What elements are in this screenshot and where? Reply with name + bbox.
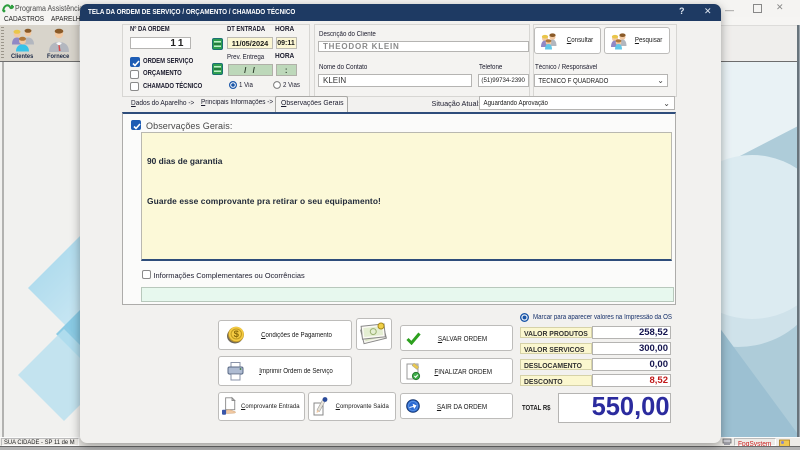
svg-text:$: $ <box>234 329 240 340</box>
